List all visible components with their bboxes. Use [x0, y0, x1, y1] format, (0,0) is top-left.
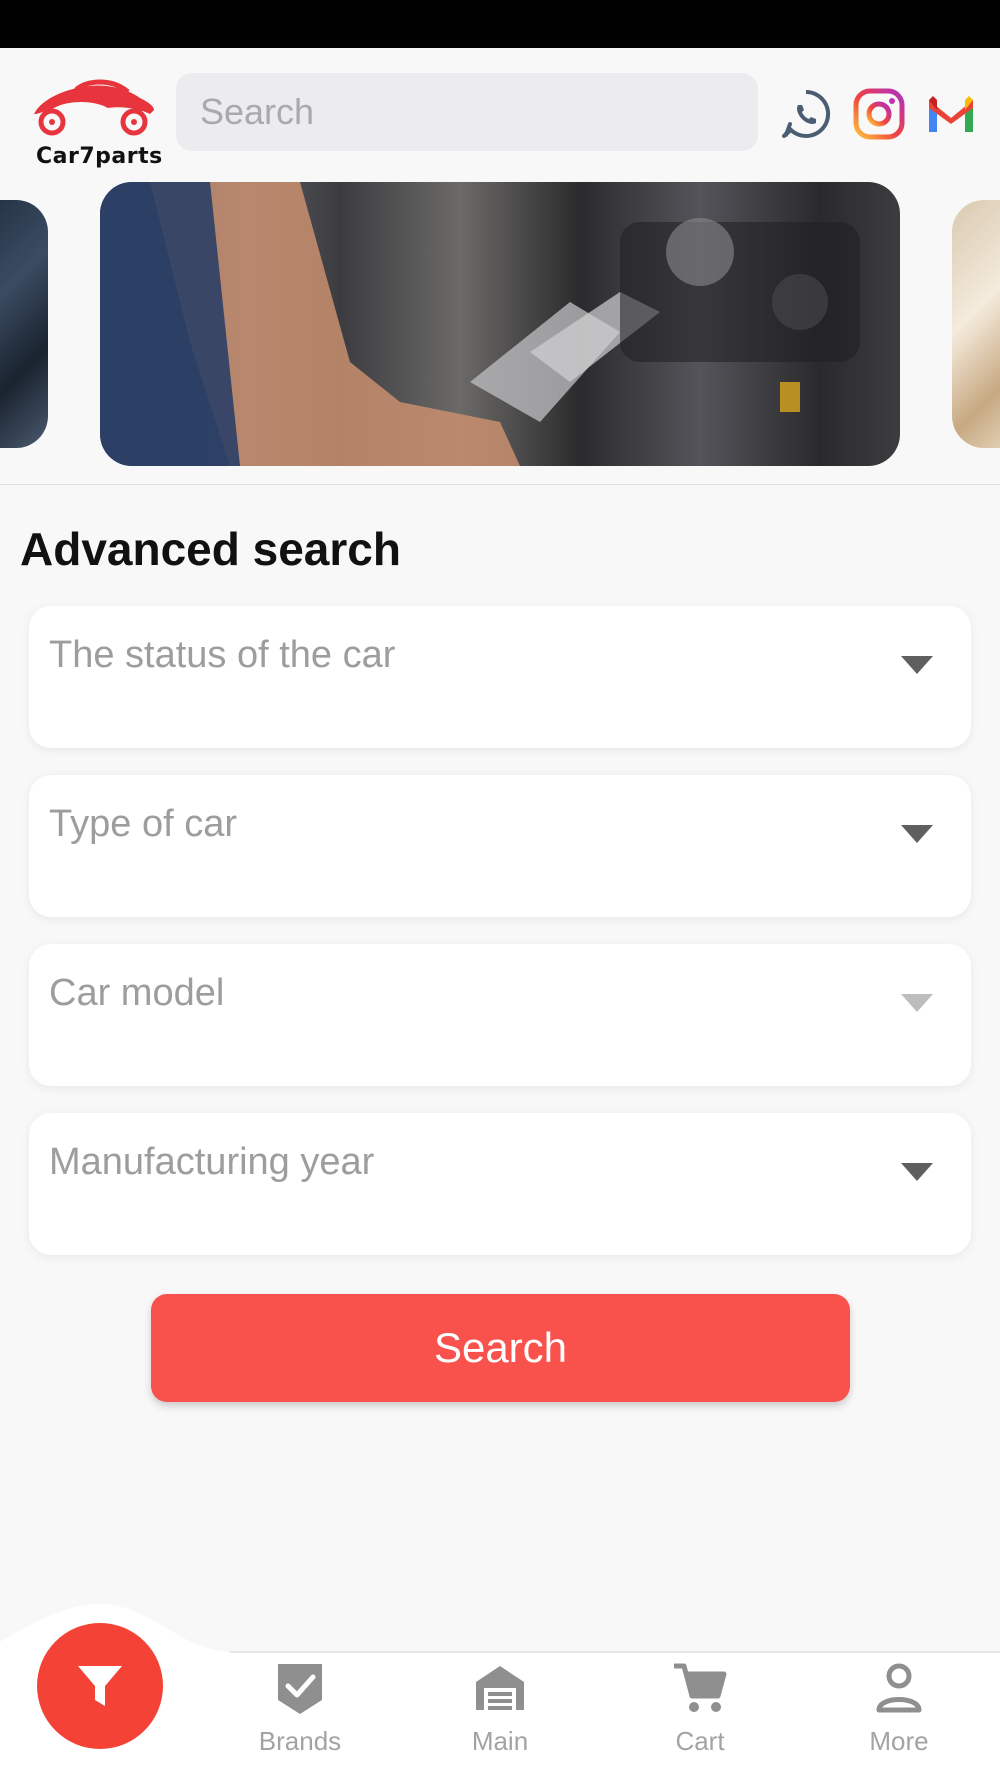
- banner-slide-previous[interactable]: [0, 200, 48, 448]
- nav-item-main[interactable]: Main: [420, 1660, 580, 1770]
- bottom-navigation: Brands Main Cart More: [0, 1590, 1000, 1778]
- check-badge-icon: [278, 1664, 322, 1714]
- nav-label-main: Main: [471, 1726, 529, 1756]
- car-model-dropdown[interactable]: Car model: [29, 944, 971, 1086]
- filter-icon: [78, 1666, 122, 1706]
- manufacturing-year-label: Manufacturing year: [49, 1141, 375, 1183]
- nav-label-more: More: [869, 1726, 929, 1756]
- nav-item-cart[interactable]: Cart: [620, 1660, 780, 1770]
- car-type-label: Type of car: [49, 803, 237, 845]
- nav-item-more[interactable]: More: [819, 1660, 979, 1770]
- person-icon: [876, 1663, 922, 1713]
- gmail-icon[interactable]: [925, 88, 977, 140]
- chevron-down-icon: [901, 1163, 933, 1181]
- car-model-label: Car model: [49, 972, 225, 1014]
- app-header: Car7parts: [0, 48, 1000, 169]
- banner-slide-next[interactable]: [952, 200, 1000, 448]
- banner-slide-current[interactable]: [100, 182, 900, 466]
- car-logo-icon: [34, 79, 154, 136]
- manufacturing-year-dropdown[interactable]: Manufacturing year: [29, 1113, 971, 1255]
- car-status-label: The status of the car: [49, 634, 396, 676]
- cart-icon: [674, 1663, 727, 1712]
- chevron-down-icon: [901, 994, 933, 1012]
- car7parts-logo[interactable]: Car7parts: [28, 76, 162, 169]
- nav-item-brands[interactable]: Brands: [220, 1660, 380, 1770]
- instagram-icon[interactable]: [853, 88, 905, 140]
- nav-label-brands: Brands: [258, 1726, 342, 1756]
- search-input[interactable]: [176, 73, 758, 151]
- status-bar: [0, 0, 1000, 48]
- garage-icon: [476, 1666, 524, 1710]
- nav-label-cart: Cart: [675, 1726, 725, 1756]
- advanced-search-title: Advanced search: [20, 523, 401, 575]
- chevron-down-icon: [901, 656, 933, 674]
- logo-text: Car7parts: [36, 144, 163, 169]
- mechanic-engine-image: [100, 182, 860, 466]
- filter-fab-button[interactable]: [37, 1623, 163, 1749]
- car-type-dropdown[interactable]: Type of car: [29, 775, 971, 917]
- section-divider: [0, 484, 1000, 485]
- whatsapp-icon[interactable]: [780, 88, 832, 140]
- chevron-down-icon: [901, 825, 933, 843]
- car-status-dropdown[interactable]: The status of the car: [29, 606, 971, 748]
- banner-carousel[interactable]: [0, 182, 1000, 468]
- search-button[interactable]: Search: [151, 1294, 850, 1402]
